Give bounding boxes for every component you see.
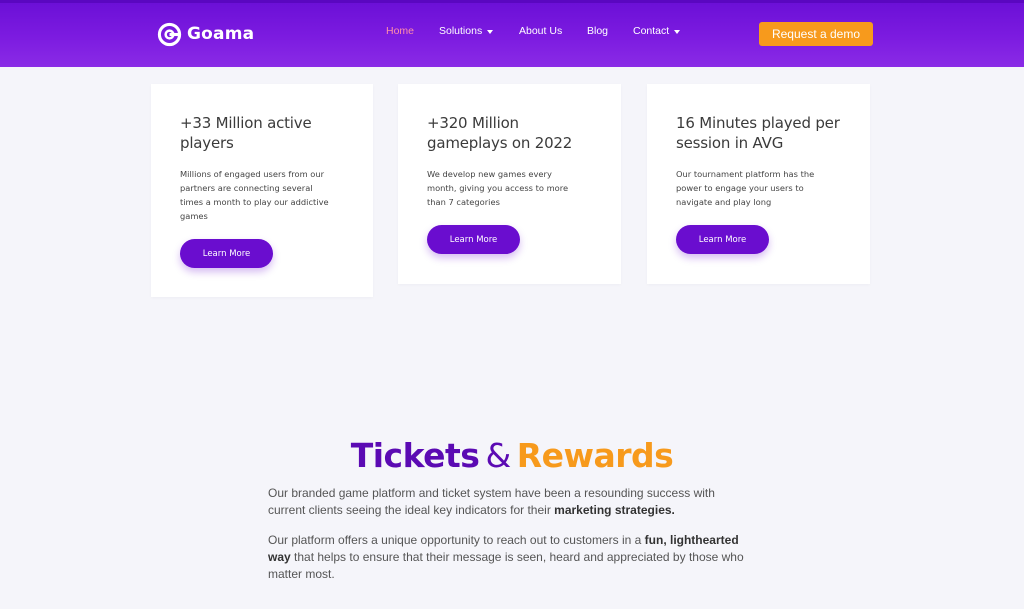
goama-logo-icon (157, 22, 182, 46)
nav-item-label: About Us (519, 25, 563, 37)
section-paragraph-2: Our platform offers a unique opportunity… (268, 533, 744, 581)
stat-card: 16 Minutes played per session in AVG Our… (647, 84, 870, 284)
nav-item-label: Contact (633, 25, 670, 37)
brand-logo[interactable]: Goama (157, 21, 254, 47)
nav-item-solutions[interactable]: Solutions (439, 25, 494, 37)
brand-name: Goama (187, 24, 255, 44)
nav-item-about-us[interactable]: About Us (519, 25, 562, 37)
section-paragraph-1: Our branded game platform and ticket sys… (268, 486, 715, 517)
card-description: Millions of engaged users from our partn… (180, 169, 329, 221)
nav-item-label: Solutions (439, 25, 483, 37)
nav-item-home[interactable]: Home (386, 25, 414, 37)
card-title: 16 Minutes played per session in AVG (676, 114, 840, 152)
learn-more-button[interactable]: Learn More (676, 225, 769, 254)
nav-item-blog[interactable]: Blog (587, 25, 608, 37)
nav-item-label: Blog (587, 25, 609, 37)
learn-more-button[interactable]: Learn More (427, 225, 520, 254)
chevron-down-icon (674, 29, 681, 34)
site-header: Goama Home Solutions About Us Blog Conta… (0, 0, 1024, 67)
stat-card: +33 Million active players Millions of e… (151, 84, 373, 297)
nav-item-contact[interactable]: Contact (633, 25, 681, 37)
section-title: Tickets & Rewards (350, 436, 674, 475)
learn-more-button[interactable]: Learn More (180, 239, 273, 268)
card-title: +33 Million active players (180, 114, 312, 152)
chevron-down-icon (487, 29, 494, 34)
card-description: We develop new games every month, giving… (427, 169, 569, 207)
stat-card: +320 Million gameplays on 2022 We develo… (398, 84, 621, 284)
nav-item-label: Home (386, 25, 415, 37)
request-demo-button[interactable]: Request a demo (759, 22, 873, 46)
card-title: +320 Million gameplays on 2022 (427, 114, 573, 152)
card-description: Our tournament platform has the power to… (676, 169, 815, 207)
